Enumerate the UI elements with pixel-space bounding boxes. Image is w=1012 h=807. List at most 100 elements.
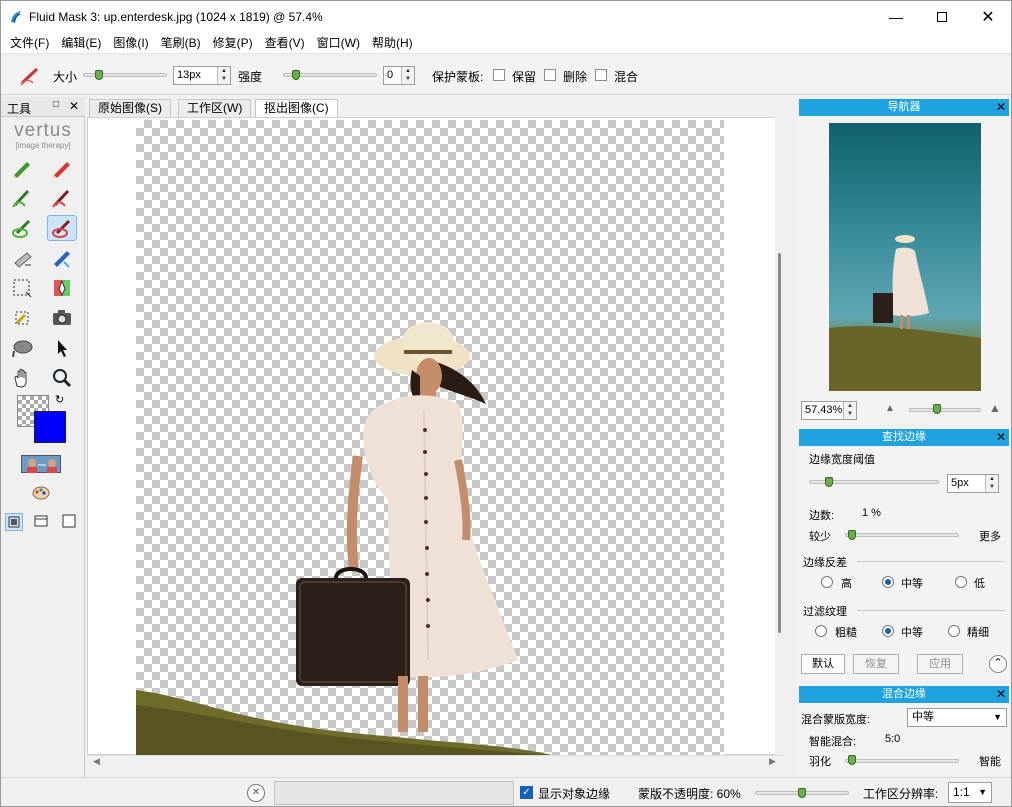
menu-repair[interactable]: 修复(P): [208, 34, 258, 51]
view-mode-1-button[interactable]: [5, 513, 23, 531]
menu-help[interactable]: 帮助(H): [367, 34, 418, 51]
pointer-tool[interactable]: [47, 335, 77, 361]
zoom-tool[interactable]: [47, 365, 77, 391]
collapse-panel-button[interactable]: ⌃: [989, 655, 1007, 673]
blend-width-select[interactable]: 中等 ▼: [907, 708, 1007, 727]
menu-view[interactable]: 查看(V): [260, 34, 310, 51]
compare-view-button[interactable]: [21, 455, 61, 473]
canvas-area[interactable]: [87, 117, 783, 756]
hand-tool[interactable]: [7, 365, 37, 391]
strength-input[interactable]: 0 ▲ ▼: [383, 66, 415, 85]
camera-icon: [53, 310, 71, 325]
tab-workspace[interactable]: 工作区(W): [178, 99, 252, 117]
navigator-close-icon[interactable]: ✕: [996, 99, 1006, 116]
menu-window[interactable]: 窗口(W): [312, 34, 365, 51]
blend-checkbox[interactable]: [595, 69, 607, 81]
palette-button[interactable]: [31, 485, 51, 501]
color-pick-tool[interactable]: [47, 275, 77, 301]
keep-checkbox[interactable]: [493, 69, 505, 81]
edge-amount-thumb[interactable]: [848, 530, 856, 540]
selection-tool[interactable]: [7, 275, 37, 301]
contrast-high-radio[interactable]: [821, 576, 833, 588]
scroll-right-icon[interactable]: ▶: [769, 756, 776, 767]
texture-fine-radio[interactable]: [948, 625, 960, 637]
keep-fill-tool[interactable]: [7, 185, 37, 211]
vertical-scrollbar[interactable]: [775, 117, 785, 755]
arrow-cursor-icon: [58, 340, 67, 357]
patch-tool[interactable]: [7, 245, 37, 271]
blend-edges-close-icon[interactable]: ✕: [996, 686, 1006, 703]
contrast-low-radio[interactable]: [955, 576, 967, 588]
texture-divider: [857, 610, 1005, 611]
snapshot-tool[interactable]: [47, 305, 77, 331]
find-edges-close-icon[interactable]: ✕: [996, 429, 1006, 446]
panel-close-icon[interactable]: ✕: [69, 99, 79, 113]
swap-colors-icon[interactable]: ↻: [55, 393, 64, 406]
menu-brush[interactable]: 笔刷(B): [156, 34, 206, 51]
foreground-color-swatch[interactable]: [34, 411, 66, 443]
texture-medium-radio[interactable]: [882, 625, 894, 637]
object-tool[interactable]: [7, 305, 37, 331]
zoom-in-icon[interactable]: ▲: [989, 401, 1001, 415]
delete-brush-tool[interactable]: [47, 155, 77, 181]
menu-edit[interactable]: 编辑(E): [56, 34, 106, 51]
cancel-task-button[interactable]: ✕: [247, 784, 265, 802]
contrast-divider: [857, 561, 1005, 562]
keep-brush-tool[interactable]: [7, 155, 37, 181]
tab-cutout[interactable]: 抠出图像(C): [255, 99, 338, 117]
current-brush-icon[interactable]: [19, 65, 43, 87]
zoom-out-icon[interactable]: ▲: [885, 403, 895, 414]
strength-slider-thumb[interactable]: [292, 70, 300, 80]
cutout-canvas[interactable]: [136, 120, 724, 756]
apply-button[interactable]: 应用: [917, 654, 963, 674]
less-label: 较少: [809, 531, 831, 543]
smart-blend-thumb[interactable]: [848, 755, 856, 765]
keep-local-tool[interactable]: [7, 215, 37, 241]
app-logo-icon: [11, 10, 21, 23]
maximize-button[interactable]: [919, 1, 965, 32]
menu-image[interactable]: 图像(I): [108, 34, 153, 51]
filter-texture-label: 过滤纹理: [803, 606, 847, 618]
smudge-tool[interactable]: [7, 335, 37, 361]
size-spinner-icon[interactable]: ▲ ▼: [217, 67, 230, 84]
size-input[interactable]: 13px ▲ ▼: [173, 66, 231, 85]
dock-icon[interactable]: □: [53, 99, 59, 110]
strength-spinner-icon[interactable]: ▲ ▼: [401, 67, 414, 84]
edge-width-label: 边缘宽度阈值: [809, 454, 875, 466]
navigator-thumbnail[interactable]: [829, 123, 981, 391]
size-slider-thumb[interactable]: [95, 70, 103, 80]
contrast-medium-radio[interactable]: [882, 576, 894, 588]
progress-bar: [274, 781, 514, 805]
edge-amount-slider[interactable]: [845, 533, 959, 537]
restore-button[interactable]: 恢复: [853, 654, 899, 674]
edge-width-thumb[interactable]: [825, 477, 833, 487]
close-button[interactable]: ✕: [965, 1, 1011, 32]
texture-coarse-radio[interactable]: [815, 625, 827, 637]
delete-fill-tool[interactable]: [47, 185, 77, 211]
menu-file[interactable]: 文件(F): [5, 34, 54, 51]
scroll-left-icon[interactable]: ◀: [93, 756, 100, 767]
edge-width-spinner-icon[interactable]: ▲ ▼: [985, 475, 998, 492]
delete-checkbox[interactable]: [544, 69, 556, 81]
vertical-scroll-thumb[interactable]: [778, 253, 781, 633]
smart-blend-slider[interactable]: [845, 759, 959, 763]
minimize-button[interactable]: —: [873, 1, 919, 32]
mask-opacity-thumb[interactable]: [798, 788, 806, 798]
navigator-zoom-slider[interactable]: [909, 408, 981, 412]
magic-wand-icon: [15, 311, 29, 325]
navigator-zoom-input[interactable]: 57.43% ▲ ▼: [801, 401, 857, 420]
tab-original[interactable]: 原始图像(S): [89, 99, 171, 117]
delete-local-tool[interactable]: [47, 215, 77, 241]
show-edges-checkbox[interactable]: ✓: [520, 786, 533, 799]
vertus-logo: vertus [image therapy]: [9, 121, 77, 151]
resolution-select[interactable]: 1:1 ▼: [948, 782, 992, 803]
smart-blend-label: 智能混合:: [809, 736, 857, 748]
view-mode-3-button[interactable]: [61, 513, 79, 531]
view-mode-2-button[interactable]: [33, 513, 51, 531]
horizontal-scrollbar[interactable]: ◀ ▶: [87, 755, 783, 769]
edge-width-input[interactable]: 5px ▲ ▼: [947, 474, 999, 493]
default-button[interactable]: 默认: [801, 654, 845, 674]
blend-brush-tool[interactable]: [47, 245, 77, 271]
zoom-spinner-icon[interactable]: ▲ ▼: [843, 402, 856, 419]
navigator-zoom-thumb[interactable]: [933, 404, 941, 414]
